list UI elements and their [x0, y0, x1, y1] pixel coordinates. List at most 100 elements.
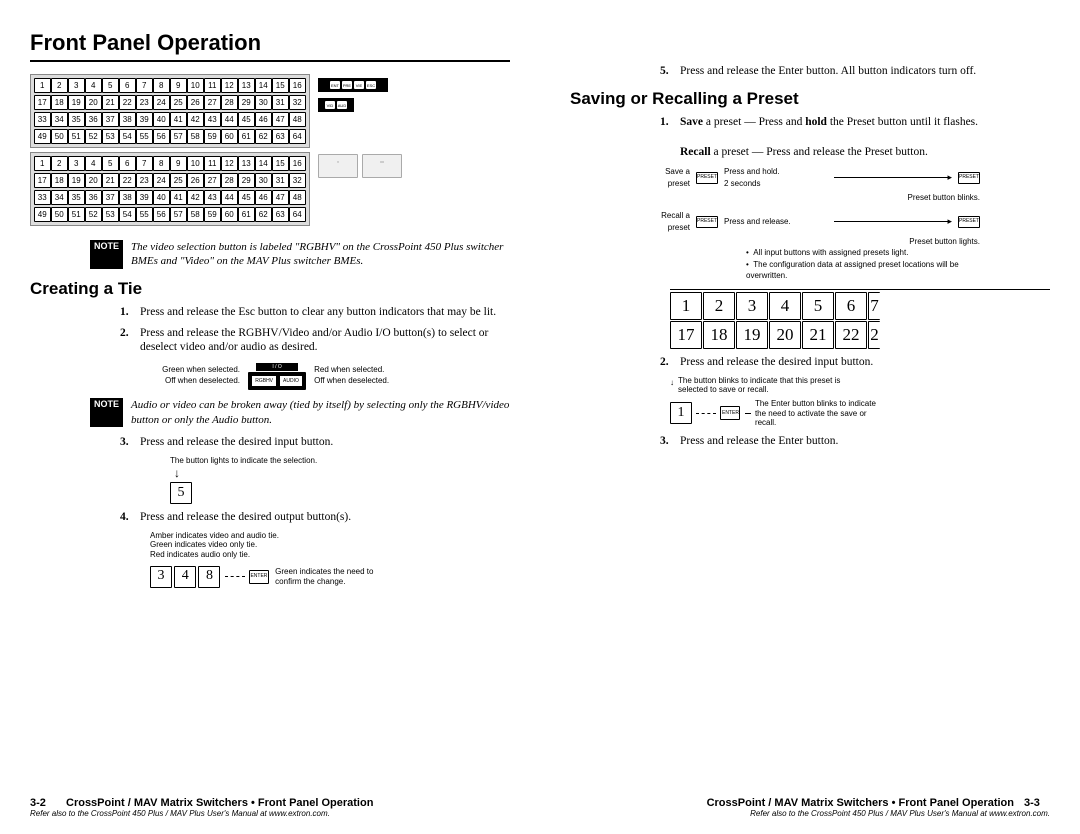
panel-button-59: 59	[204, 129, 221, 144]
preset-diagram: Save a preset PRESET Press and hold. 2 s…	[650, 166, 980, 281]
panel-button-24: 24	[153, 173, 170, 188]
grid-cell-5: 5	[802, 292, 834, 320]
panel-button-55: 55	[136, 207, 153, 222]
panel-button-41: 41	[170, 112, 187, 127]
grid-cell-17: 17	[670, 321, 702, 349]
grid-cell-3: 3	[736, 292, 768, 320]
panel-button-54: 54	[119, 207, 136, 222]
grid-cell-21: 21	[802, 321, 834, 349]
panel-button-61: 61	[238, 129, 255, 144]
output-figure: Amber indicates video and audio tie. Gre…	[150, 531, 510, 588]
panel-button-41: 41	[170, 190, 187, 205]
panel-button-60: 60	[221, 207, 238, 222]
panel-illustration: 1234567891011121314151617181920212223242…	[30, 74, 510, 230]
preset-button-icon: PRESET	[958, 172, 980, 184]
panel-button-33: 33	[34, 112, 51, 127]
saving-recalling-heading: Saving or Recalling a Preset	[570, 89, 1050, 109]
panel-button-39: 39	[136, 190, 153, 205]
panel-button-16: 16	[289, 78, 306, 93]
panel-button-38: 38	[119, 190, 136, 205]
input-5-button: 5	[170, 482, 192, 504]
panel-button-52: 52	[85, 129, 102, 144]
panel-button-29: 29	[238, 95, 255, 110]
note-2: NOTE Audio or video can be broken away (…	[30, 398, 510, 427]
panel-button-37: 37	[102, 112, 119, 127]
output-4-button: 4	[174, 566, 196, 588]
input-1-button: 1	[670, 402, 692, 424]
panel-button-19: 19	[68, 95, 85, 110]
step-2: 2. Press and release the RGBHV/Video and…	[120, 326, 510, 356]
esc-icon: ESC	[366, 81, 376, 89]
panel-button-29: 29	[238, 173, 255, 188]
panel-button-58: 58	[187, 129, 204, 144]
panel-button-44: 44	[221, 190, 238, 205]
panel-button-34: 34	[51, 190, 68, 205]
right-page: 5. Press and release the Enter button. A…	[540, 0, 1080, 834]
panel-button-56: 56	[153, 207, 170, 222]
grid-cell-6: 6	[835, 292, 867, 320]
panel-button-39: 39	[136, 112, 153, 127]
panel-button-3: 3	[68, 78, 85, 93]
panel-button-5: 5	[102, 78, 119, 93]
panel-button-21: 21	[102, 95, 119, 110]
left-page: Front Panel Operation 123456789101112131…	[0, 0, 540, 834]
panel-button-33: 33	[34, 190, 51, 205]
panel-button-58: 58	[187, 207, 204, 222]
panel-button-38: 38	[119, 112, 136, 127]
audio-button: AUDIO	[279, 375, 303, 388]
panel-button-53: 53	[102, 207, 119, 222]
panel-button-42: 42	[187, 112, 204, 127]
panel-button-21: 21	[102, 173, 119, 188]
grid-cell-1: 1	[670, 292, 702, 320]
panel-button-47: 47	[272, 190, 289, 205]
panel-button-14: 14	[255, 156, 272, 171]
panel-button-6: 6	[119, 156, 136, 171]
right-step-1: 1. Save a preset — Press and hold the Pr…	[660, 115, 1050, 160]
preset-button-icon: PRESET	[696, 216, 718, 228]
panel-button-32: 32	[289, 173, 306, 188]
panel-button-11: 11	[204, 156, 221, 171]
panel-button-27: 27	[204, 173, 221, 188]
right-step-3: 3. Press and release the Enter button.	[660, 434, 1050, 449]
grid-cell-19: 19	[736, 321, 768, 349]
panel-button-61: 61	[238, 207, 255, 222]
panel-button-44: 44	[221, 112, 238, 127]
panel-button-36: 36	[85, 112, 102, 127]
panel-button-19: 19	[68, 173, 85, 188]
panel-button-20: 20	[85, 95, 102, 110]
panel-button-45: 45	[238, 112, 255, 127]
panel-button-35: 35	[68, 112, 85, 127]
panel-button-4: 4	[85, 78, 102, 93]
panel-button-34: 34	[51, 112, 68, 127]
panel-button-12: 12	[221, 78, 238, 93]
panel-button-9: 9	[170, 156, 187, 171]
panel-button-18: 18	[51, 95, 68, 110]
panel-button-10: 10	[187, 78, 204, 93]
view-icon: VIE	[354, 81, 364, 89]
button-5-figure: The button lights to indicate the select…	[170, 456, 510, 504]
panel-button-6: 6	[119, 78, 136, 93]
panel-button-59: 59	[204, 207, 221, 222]
panel-button-7: 7	[136, 156, 153, 171]
panel-button-43: 43	[204, 112, 221, 127]
audio-icon: AUD	[337, 101, 347, 109]
footer-left: 3-2 CrossPoint / MAV Matrix Switchers • …	[30, 797, 510, 818]
panel-button-46: 46	[255, 112, 272, 127]
panel-button-15: 15	[272, 78, 289, 93]
panel-button-20: 20	[85, 173, 102, 188]
panel-button-17: 17	[34, 95, 51, 110]
panel-button-26: 26	[187, 95, 204, 110]
amp-supply-icon: ▭	[362, 154, 402, 178]
panel-button-15: 15	[272, 156, 289, 171]
panel-button-27: 27	[204, 95, 221, 110]
panel-button-37: 37	[102, 190, 119, 205]
panel-button-48: 48	[289, 112, 306, 127]
enter-icon: ENT	[330, 81, 340, 89]
panel-button-51: 51	[68, 207, 85, 222]
note-1: NOTE The video selection button is label…	[30, 240, 510, 269]
grid-cell-2: 2	[703, 292, 735, 320]
panel-button-35: 35	[68, 190, 85, 205]
panel-button-47: 47	[272, 112, 289, 127]
panel-button-13: 13	[238, 78, 255, 93]
panel-button-12: 12	[221, 156, 238, 171]
